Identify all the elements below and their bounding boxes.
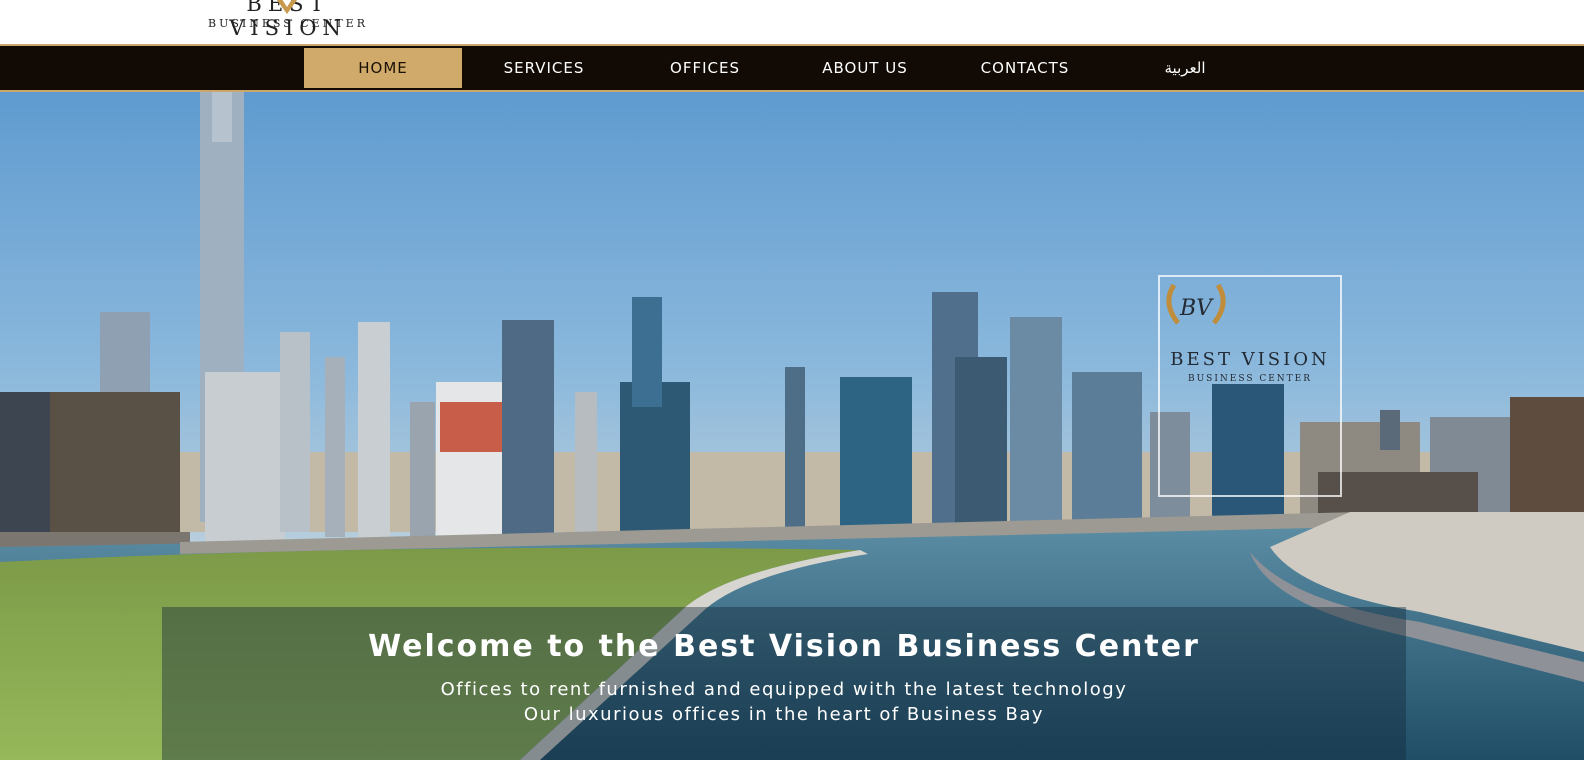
- nav-item-home[interactable]: HOME: [304, 48, 462, 88]
- logo-v-mark-icon: [276, 0, 298, 14]
- svg-text:BV: BV: [1179, 296, 1214, 321]
- site-logo[interactable]: BEST VISION BUSINESS CENTER: [190, 0, 390, 42]
- hero-banner: BV BEST VISION BUSINESS CENTER Welcome t…: [0, 92, 1584, 760]
- main-nav: HOME SERVICES OFFICES ABOUT US CONTACTS …: [0, 44, 1584, 92]
- nav-item-services[interactable]: SERVICES: [465, 48, 623, 88]
- site-header: BEST VISION BUSINESS CENTER: [0, 0, 1584, 44]
- hero-logo-subtitle: BUSINESS CENTER: [1187, 374, 1313, 384]
- hero-logo-frame: BV BEST VISION BUSINESS CENTER: [1158, 275, 1342, 497]
- nav-item-offices[interactable]: OFFICES: [626, 48, 784, 88]
- logo-subtitle: BUSINESS CENTER: [208, 17, 368, 30]
- welcome-panel: Welcome to the Best Vision Business Cent…: [162, 607, 1406, 760]
- laurel-monogram-icon: BV: [1166, 283, 1226, 325]
- hero-logo-name: BEST VISION: [1170, 349, 1330, 370]
- welcome-title: Welcome to the Best Vision Business Cent…: [368, 629, 1200, 664]
- nav-item-about-us[interactable]: ABOUT US: [786, 48, 944, 88]
- nav-item-arabic[interactable]: العربية: [1106, 48, 1264, 88]
- nav-item-contacts[interactable]: CONTACTS: [946, 48, 1104, 88]
- welcome-line-2: Our luxurious offices in the heart of Bu…: [523, 704, 1045, 725]
- welcome-line-1: Offices to rent furnished and equipped w…: [440, 679, 1128, 700]
